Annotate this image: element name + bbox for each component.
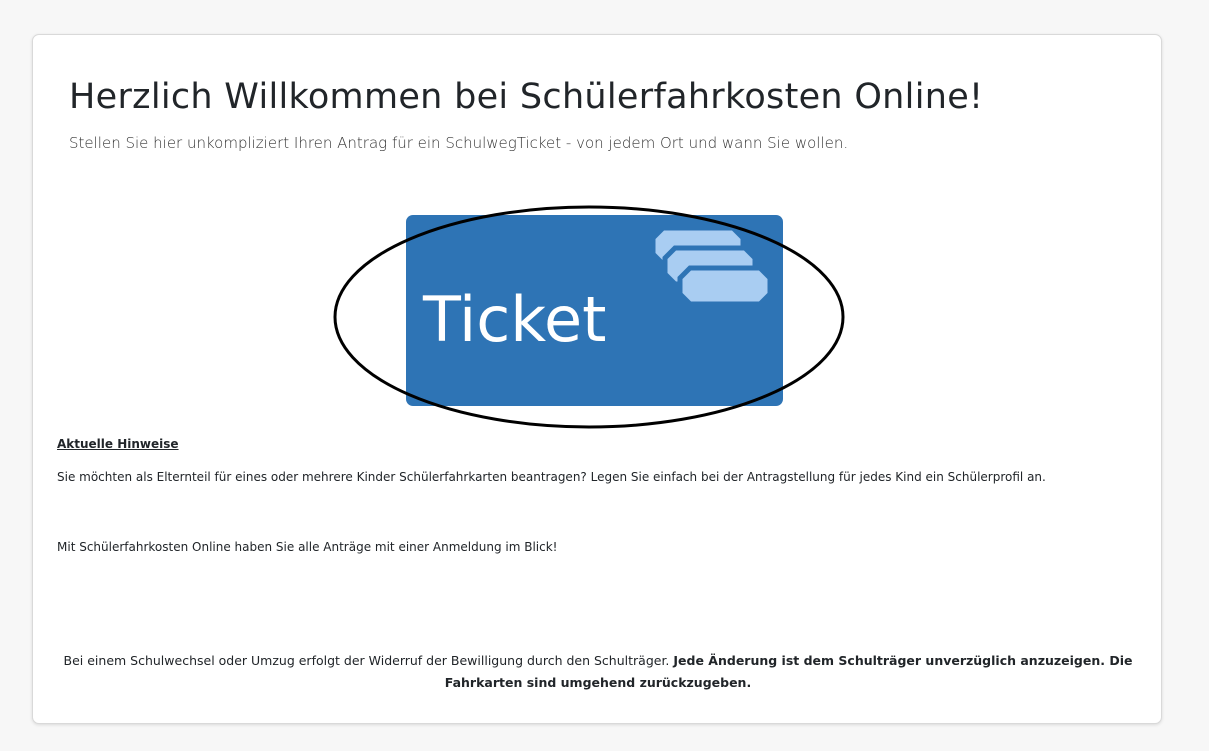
welcome-card: Herzlich Willkommen bei Schülerfahrkoste… — [32, 34, 1162, 724]
page-title: Herzlich Willkommen bei Schülerfahrkoste… — [69, 77, 984, 117]
notes-paragraph-2: Mit Schülerfahrkosten Online haben Sie a… — [57, 540, 558, 554]
footer-notice-regular: Bei einem Schulwechsel oder Umzug erfolg… — [63, 653, 674, 668]
notes-heading: Aktuelle Hinweise — [57, 437, 179, 451]
ticket-banner[interactable]: Ticket — [333, 204, 845, 430]
page-subtitle: Stellen Sie hier unkompliziert Ihren Ant… — [69, 134, 849, 152]
ticket-banner-label: Ticket — [422, 283, 606, 356]
footer-notice: Bei einem Schulwechsel oder Umzug erfolg… — [33, 650, 1163, 694]
notes-paragraph-1: Sie möchten als Elternteil für eines ode… — [57, 470, 1046, 484]
